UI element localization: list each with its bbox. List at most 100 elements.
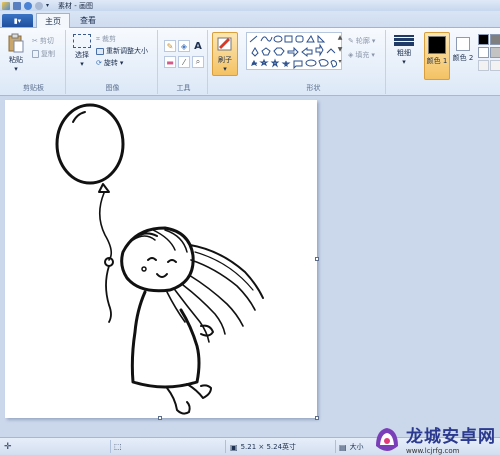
fill-label: 填充 [355,51,370,59]
select-button[interactable]: 选择 ▾ [70,34,94,68]
copy-label: 复制 [41,50,55,58]
select-label: 选择 [75,51,89,59]
selection-icon: ⬚ [114,442,122,451]
color2-button[interactable]: 颜色 2 [452,32,474,80]
canvas-resize-handle-corner[interactable] [315,416,319,420]
watermark-logo-icon [376,427,398,451]
outline-icon: ✎ [348,37,354,45]
line-thickness-icon [392,35,416,46]
cut-label: 剪切 [39,37,54,45]
undo-icon[interactable] [24,1,32,10]
status-separator [225,440,226,453]
watermark: 龙城安卓网 www.lcjrfg.com [372,422,496,455]
outline-button[interactable]: ✎ 轮廓 ▾ [348,36,375,46]
tab-view[interactable]: 查看 [72,13,104,28]
clipboard-group: 粘贴 ▾ ✂ 剪切 复制 剪贴板 [2,30,66,94]
size-label: 粗细 [397,49,411,57]
drawing-canvas[interactable] [5,100,317,418]
window-title: 素材 - 画图 [58,1,93,10]
image-size-icon: ▣ [230,442,238,452]
scissors-icon: ✂ [32,37,38,45]
brushes-label: 刷子 [218,56,232,64]
selection-size: ⬚ [114,442,122,451]
magnifier-icon[interactable]: ⌕ [192,56,204,68]
brushes-button[interactable]: 刷子 ▾ [212,32,238,76]
image-group: 选择 ▾ ⌗ 裁剪 重新调整大小 ⟳ 旋转 ▾ 图像 [68,30,158,94]
brushes-dropdown-icon: ▾ [223,65,227,73]
clipboard-group-label: 剪贴板 [23,84,44,92]
outline-dropdown-icon: ▾ [371,37,376,45]
customize-toolbar-icon[interactable]: ▾ [46,2,49,9]
fill-dropdown-icon: ▾ [371,51,375,59]
shapes-gallery-icons [249,34,338,70]
rotate-icon: ⟳ [96,59,102,67]
paste-icon [8,33,24,53]
palette-swatch-light-gray[interactable] [490,47,500,58]
crop-button[interactable]: ⌗ 裁剪 [96,34,116,44]
select-rectangle-icon [73,34,91,48]
canvas-workspace [0,96,500,437]
fill-button[interactable]: ◈ 填充 ▾ [348,50,375,60]
cursor-position-icon: ✛ [4,442,12,452]
ribbon: 粘贴 ▾ ✂ 剪切 复制 剪贴板 选择 ▾ ⌗ 裁剪 重新调整大小 ⟳ 旋转 ▾… [0,28,500,96]
palette-swatch-empty[interactable] [478,60,489,71]
palette-swatch-empty[interactable] [490,60,500,71]
outline-label: 轮廓 [355,37,370,45]
girl-with-balloon-drawing [55,103,264,415]
canvas-resize-handle-right[interactable] [315,257,319,261]
canvas-resize-handle-bottom[interactable] [158,416,162,420]
crop-icon: ⌗ [96,34,100,43]
paste-button[interactable]: 粘贴 ▾ [5,33,27,73]
tab-home[interactable]: 主页 [36,13,70,28]
watermark-url: www.lcjrfg.com [406,447,460,455]
resize-icon [96,47,104,55]
save-icon[interactable] [13,1,21,10]
text-icon[interactable]: A [192,40,204,52]
resize-button[interactable]: 重新调整大小 [96,46,148,56]
pencil-icon[interactable]: ✎ [164,40,176,52]
status-separator [110,440,111,453]
shapes-gallery[interactable] [246,32,342,70]
color1-swatch [428,36,446,54]
shapes-group-label: 形状 [306,84,321,92]
eraser-icon[interactable]: ▬ [164,56,176,68]
select-dropdown-icon: ▾ [80,60,84,68]
copy-button[interactable]: 复制 [32,49,55,59]
color1-label: 颜色 1 [426,57,448,65]
palette-swatch-gray[interactable] [490,34,500,45]
palette-swatch-white[interactable] [478,47,489,58]
image-group-label: 图像 [105,84,120,92]
size-button[interactable]: 粗细 ▾ [392,34,416,66]
tools-group: ✎ ◈ A ▬ ⁄ ⌕ 工具 [160,30,208,94]
color2-label: 颜色 2 [452,54,474,62]
size-dropdown-icon: ▾ [402,58,406,66]
color-picker-icon[interactable]: ⁄ [178,56,190,68]
paste-dropdown-icon: ▾ [14,65,18,73]
file-menu-icon: ▮▾ [13,16,22,25]
file-size: ▤ 大小 [339,442,364,452]
fill-bucket-icon[interactable]: ◈ [178,40,190,52]
status-separator [335,440,336,453]
color1-button[interactable]: 颜色 1 [424,32,450,80]
paint-app-icon [2,1,10,10]
copy-icon [32,50,39,58]
cut-button[interactable]: ✂ 剪切 [32,36,54,46]
file-menu-button[interactable]: ▮▾ [2,14,33,27]
file-size-icon: ▤ [339,442,347,452]
image-size-text: 5.21 × 5.24英寸 [240,443,297,451]
title-bar: ▾ 素材 - 画图 [0,0,500,11]
cursor-position: ✛ [4,442,12,452]
ribbon-tab-row: ▮▾ 主页 查看 [0,11,500,28]
tools-group-label: 工具 [176,84,191,92]
zoom-text: 大小 [349,443,364,451]
rotate-label: 旋转 [103,59,118,67]
image-size: ▣ 5.21 × 5.24英寸 [230,442,296,452]
shapes-scroll[interactable]: ▲ ▼ ▾ [336,32,344,70]
brush-icon [217,37,232,51]
palette-swatch-black[interactable] [478,34,489,45]
rotate-button[interactable]: ⟳ 旋转 ▾ [96,58,123,68]
redo-icon[interactable] [35,1,43,10]
crop-label: 裁剪 [101,35,116,43]
color2-swatch [456,37,470,51]
watermark-text: 龙城安卓网 [406,427,496,447]
